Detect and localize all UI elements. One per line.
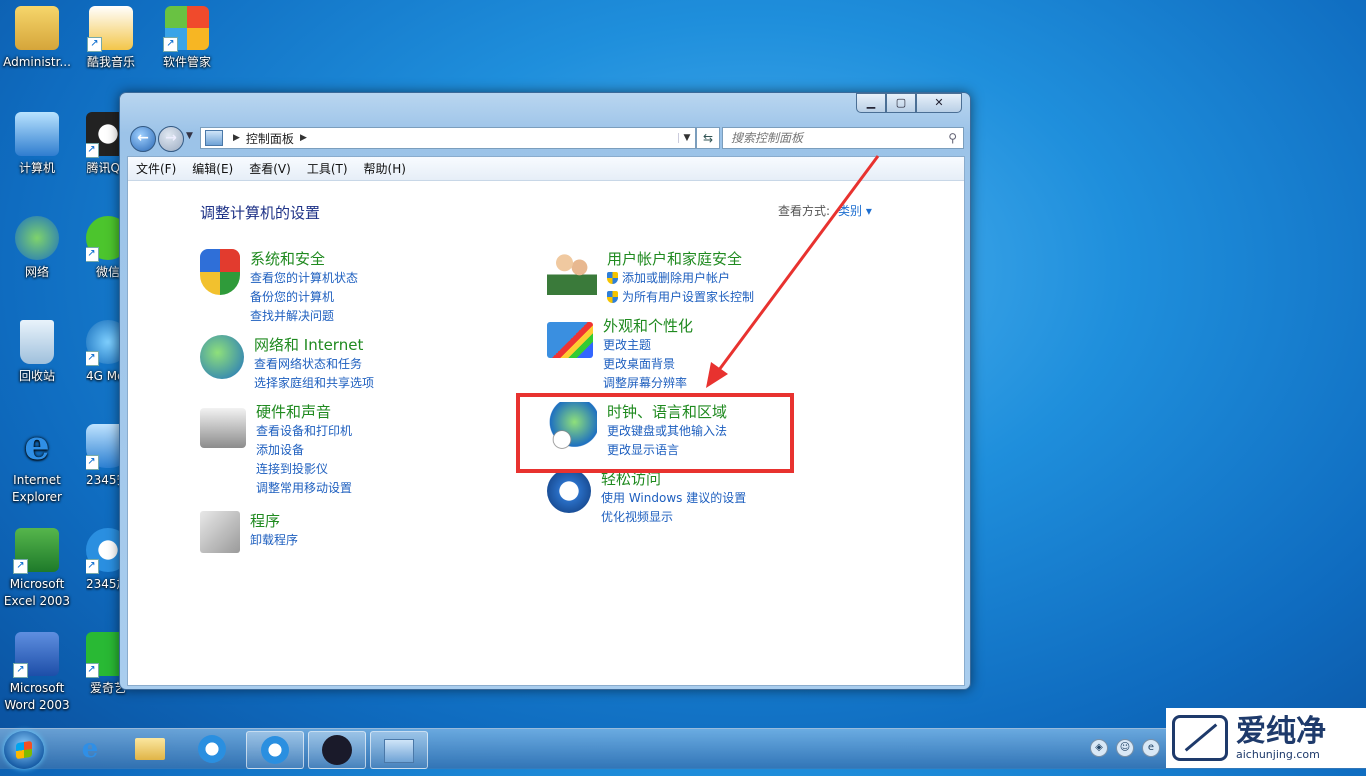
taskbar-ie[interactable]: e — [62, 731, 118, 767]
browser-icon — [261, 736, 289, 764]
windows-logo-icon — [16, 740, 32, 760]
watermark-logo-icon — [1172, 715, 1228, 761]
internet-explorer-icon: e — [81, 734, 99, 764]
control-panel-icon — [384, 739, 414, 763]
taskbar-explorer[interactable] — [122, 731, 178, 767]
annotation-arrow — [706, 155, 880, 388]
taskbar-control-panel[interactable] — [370, 731, 428, 769]
watermark: 爱纯净 aichunjing.com — [1166, 708, 1366, 768]
qq-tray-icon[interactable]: ☺ — [1116, 739, 1134, 757]
taskbar-browser-2[interactable] — [246, 731, 304, 769]
taskbar: e ◈ ☺ e ◀ — [0, 728, 1366, 769]
taskbar-browser-1[interactable] — [184, 731, 240, 767]
security-tray-icon[interactable]: ◈ — [1090, 739, 1108, 757]
taskbar-app[interactable] — [308, 731, 366, 769]
app-icon — [322, 735, 352, 765]
watermark-url: aichunjing.com — [1236, 747, 1320, 761]
start-button[interactable] — [4, 731, 44, 769]
ie-tray-icon[interactable]: e — [1142, 739, 1160, 757]
watermark-title: 爱纯净 — [1236, 713, 1326, 749]
folder-icon — [135, 738, 165, 760]
browser-icon — [198, 735, 226, 763]
